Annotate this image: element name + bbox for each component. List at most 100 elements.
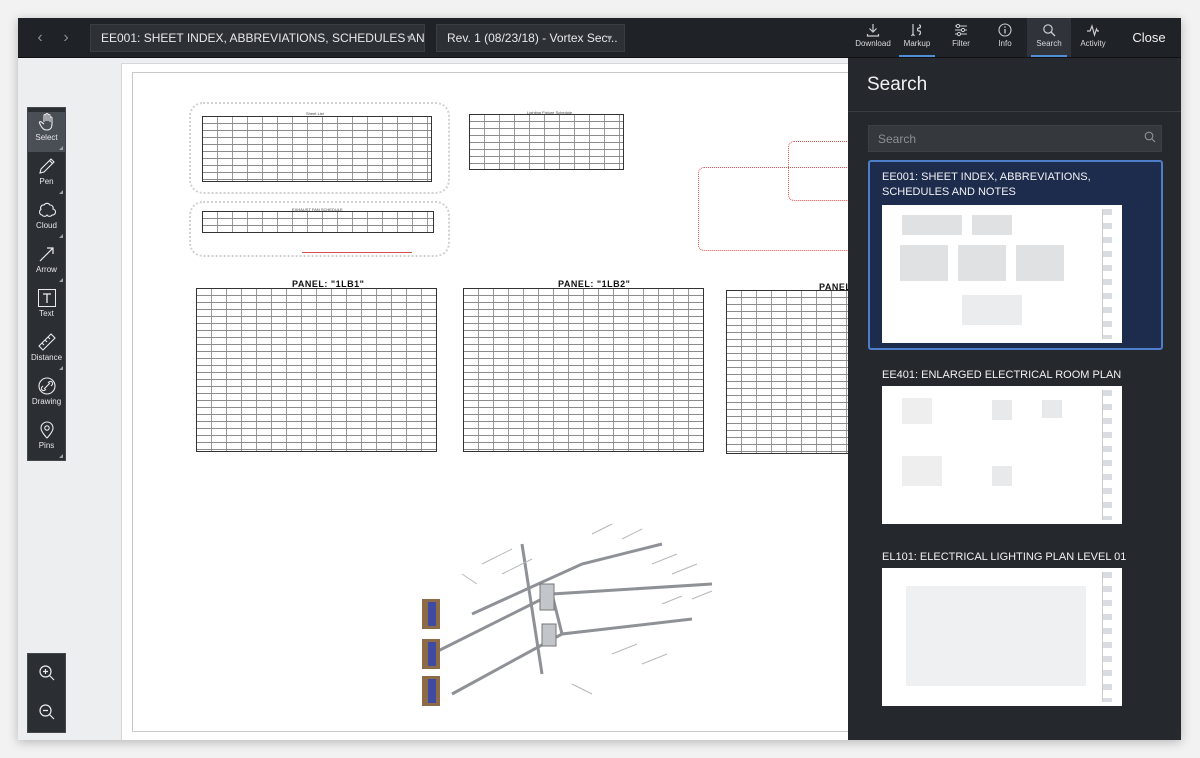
markup-line [302,252,412,253]
drawing-tool[interactable]: Drawing [28,376,65,416]
search-icon [1144,131,1156,143]
thumbnail-block [902,215,962,235]
thumbnail-block [900,245,948,281]
pins-tool[interactable]: Pins [28,420,65,460]
submenu-corner-icon [59,234,63,238]
chevron-down-icon: ▼ [405,33,414,43]
zoom-out-icon [38,704,54,720]
zoom-controls [27,653,66,733]
revision-select[interactable]: Rev. 1 (08/23/18) - Vortex Sec... ▼ [436,24,625,52]
distance-tool-label: Distance [30,353,63,362]
text-icon [37,289,56,307]
zoom-in-button[interactable] [28,654,65,693]
search-icon [1043,24,1056,37]
thumbnail-block [972,215,1012,235]
thumbnail-block [992,466,1012,486]
filter-button[interactable]: Filter [939,18,983,57]
drawing-sheet[interactable]: Sheet List EXHAUST FAN SCHEDULE Lighting… [121,63,858,740]
thumbnail-block [1042,400,1062,418]
isometric-conduit-drawing [422,523,713,706]
cloud-tool[interactable]: Cloud [28,200,65,240]
markup-toolbar: Select Pen Cloud Arrow Text Distance Dra… [27,107,66,461]
thumbnail-title-strip [1102,390,1112,520]
arrow-tool[interactable]: Arrow [28,244,65,284]
zoom-out-button[interactable] [28,693,65,732]
thumbnail-block [906,586,1086,686]
download-label: Download [855,39,891,48]
thumbnail-block [992,400,1012,420]
fan-schedule-title: EXHAUST FAN SCHEDULE [292,207,343,212]
download-button[interactable]: Download [851,18,895,57]
revision-select-value: Rev. 1 (08/23/18) - Vortex Sec... [447,31,618,45]
hand-icon [38,112,53,131]
thumbnail-block [962,295,1022,325]
search-result-el101[interactable]: EL101: ELECTRICAL LIGHTING PLAN LEVEL 01 [868,544,1163,724]
thumbnail-block [902,456,942,486]
thumbnail-title-strip [1102,209,1112,339]
arrow-icon [39,247,54,262]
activity-icon [1087,24,1099,37]
chevron-down-icon: ▼ [605,33,614,43]
app-window: ‹ › EE001: SHEET INDEX, ABBREVIATIONS, S… [18,18,1181,740]
search-result-ee401[interactable]: EE401: ENLARGED ELECTRICAL ROOM PLAN [868,362,1163,532]
text-tool[interactable]: Text [28,288,65,328]
filter-icon [955,23,967,37]
sheet-thumbnail [882,568,1122,706]
pen-tool[interactable]: Pen [28,156,65,196]
panel-1lb1-table [196,288,437,452]
info-label: Info [998,39,1012,48]
pin-icon [39,421,54,439]
thumbnail-block [1016,245,1064,281]
markup-button[interactable]: Markup [895,18,939,57]
submenu-corner-icon [59,146,63,150]
sheet-list-title: Sheet List [306,111,324,116]
search-panel-header: Search [848,58,1181,112]
activity-label: Activity [1080,39,1106,48]
thumbnail-title-strip [1102,572,1112,702]
search-result-title: EE401: ENLARGED ELECTRICAL ROOM PLAN [882,369,1122,381]
search-input[interactable] [868,125,1162,152]
lighting-schedule-title: Lighting Fixture Schedule [527,110,573,115]
search-result-title: EL101: ELECTRICAL LIGHTING PLAN LEVEL 01 [882,551,1127,563]
filter-label: Filter [952,39,970,48]
thumbnail-block [902,398,932,424]
sheet-select[interactable]: EE001: SHEET INDEX, ABBREVIATIONS, SCHED… [90,24,425,52]
select-tool-label: Select [35,133,58,142]
info-button[interactable]: Info [983,18,1027,57]
cloud-tool-label: Cloud [36,221,57,230]
lighting-schedule-table [469,114,624,170]
panel-third-table [726,290,856,454]
drawing-tool-label: Drawing [31,397,62,406]
thumbnail-block [958,245,1006,281]
search-button[interactable]: Search [1027,18,1071,57]
cloud-icon [38,202,56,217]
close-button[interactable]: Close [1117,18,1181,57]
markup-icon [911,24,922,37]
search-panel: Search EE001: SHEET INDEX, ABBREVIATIONS… [848,58,1181,740]
select-tool[interactable]: Select [28,112,65,152]
back-arrow-icon[interactable]: ‹ [28,24,52,52]
search-panel-title: Search [867,74,928,95]
search-label: Search [1036,39,1062,48]
arrow-tool-label: Arrow [36,265,57,274]
top-toolbar: ‹ › EE001: SHEET INDEX, ABBREVIATIONS, S… [18,18,1181,58]
distance-tool[interactable]: Distance [28,332,65,372]
activity-button[interactable]: Activity [1071,18,1115,57]
pen-icon [38,158,55,174]
search-result-ee001[interactable]: EE001: SHEET INDEX, ABBREVIATIONS, SCHED… [868,160,1163,350]
drawing-canvas[interactable]: Sheet List EXHAUST FAN SCHEDULE Lighting… [18,58,858,740]
sheet-list-table [202,116,432,182]
submenu-corner-icon [59,366,63,370]
zoom-in-icon [38,665,54,681]
download-icon [866,24,880,37]
pins-tool-label: Pins [38,441,55,450]
pen-tool-label: Pen [39,177,54,186]
sheet-select-value: EE001: SHEET INDEX, ABBREVIATIONS, SCHED… [101,31,425,45]
sheet-thumbnail [882,205,1122,343]
ruler-icon [37,333,56,351]
forward-arrow-icon[interactable]: › [54,24,78,52]
fan-schedule-table [202,211,434,233]
search-result-title: EE001: SHEET INDEX, ABBREVIATIONS, SCHED… [882,171,1091,198]
submenu-corner-icon [59,454,63,458]
text-tool-label: Text [39,309,54,318]
